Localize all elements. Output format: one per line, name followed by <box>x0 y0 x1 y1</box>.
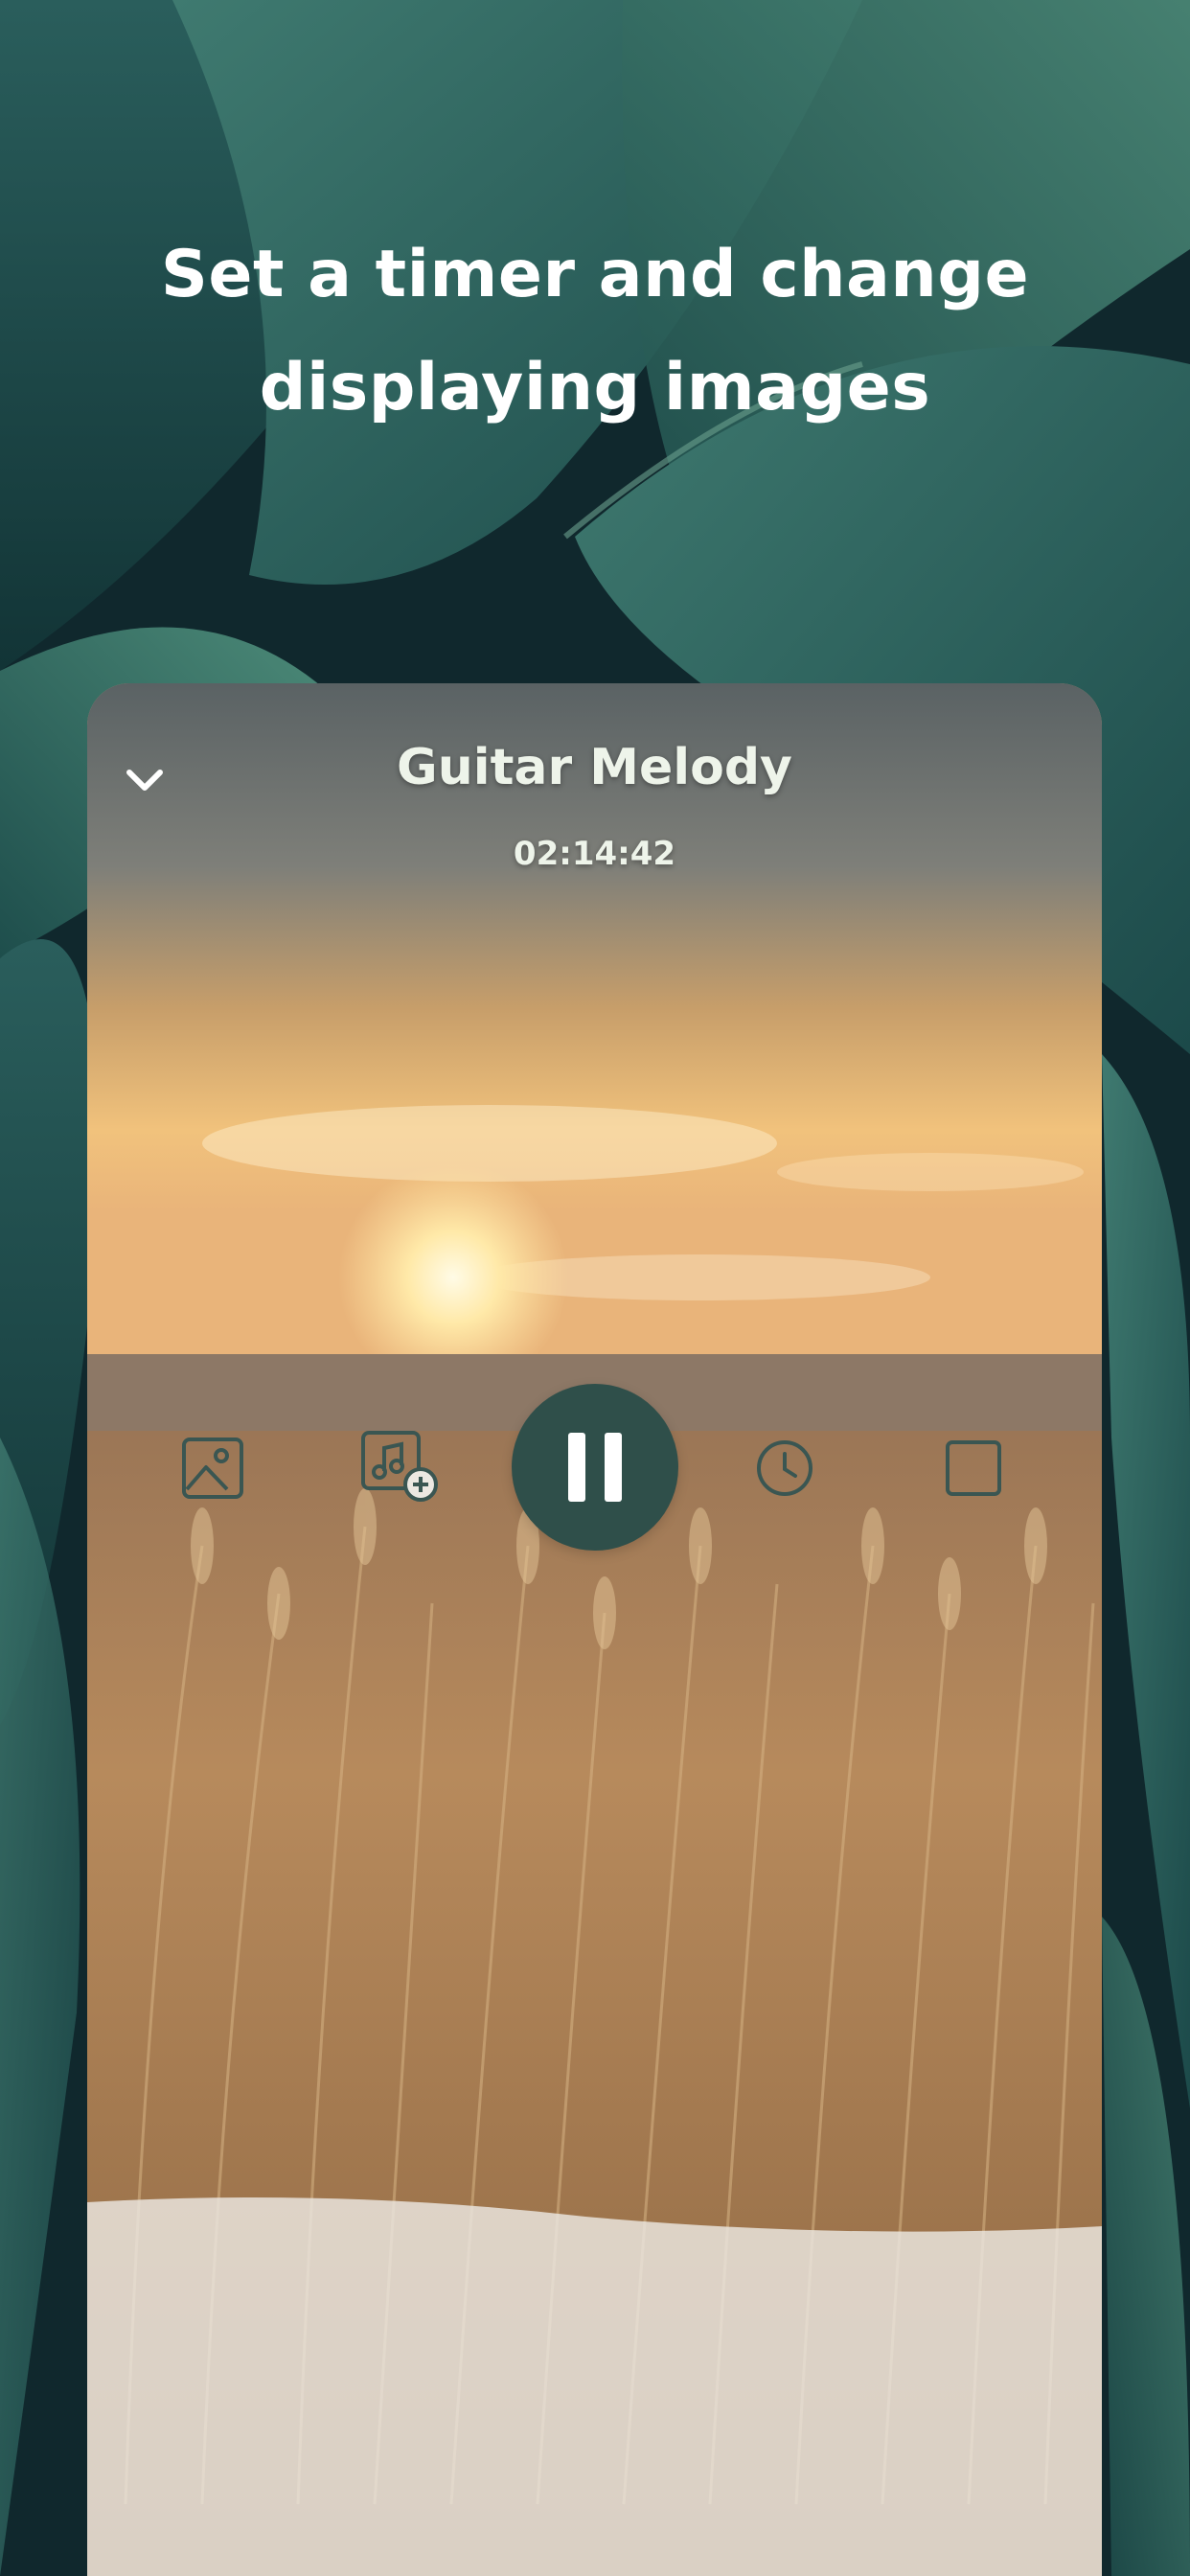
track-title: Guitar Melody <box>397 739 792 796</box>
image-icon <box>182 1438 243 1499</box>
add-sound-button[interactable] <box>357 1427 444 1507</box>
headline: Set a timer and change displaying images <box>0 218 1190 445</box>
pause-icon <box>568 1433 622 1502</box>
player-screen: Guitar Melody 02:14:42 <box>87 683 1102 2576</box>
add-music-icon <box>361 1431 438 1502</box>
timer-button[interactable] <box>754 1438 815 1499</box>
stop-icon <box>946 1440 1001 1496</box>
headline-line-2: displaying images <box>259 350 931 426</box>
timer-display: 02:14:42 <box>513 835 676 873</box>
clock-icon <box>757 1440 812 1496</box>
stop-button[interactable] <box>943 1438 1004 1499</box>
change-image-button[interactable] <box>179 1435 246 1502</box>
headline-line-1: Set a timer and change <box>160 237 1030 312</box>
pause-button[interactable] <box>512 1384 678 1551</box>
controls-panel <box>87 2193 1102 2576</box>
